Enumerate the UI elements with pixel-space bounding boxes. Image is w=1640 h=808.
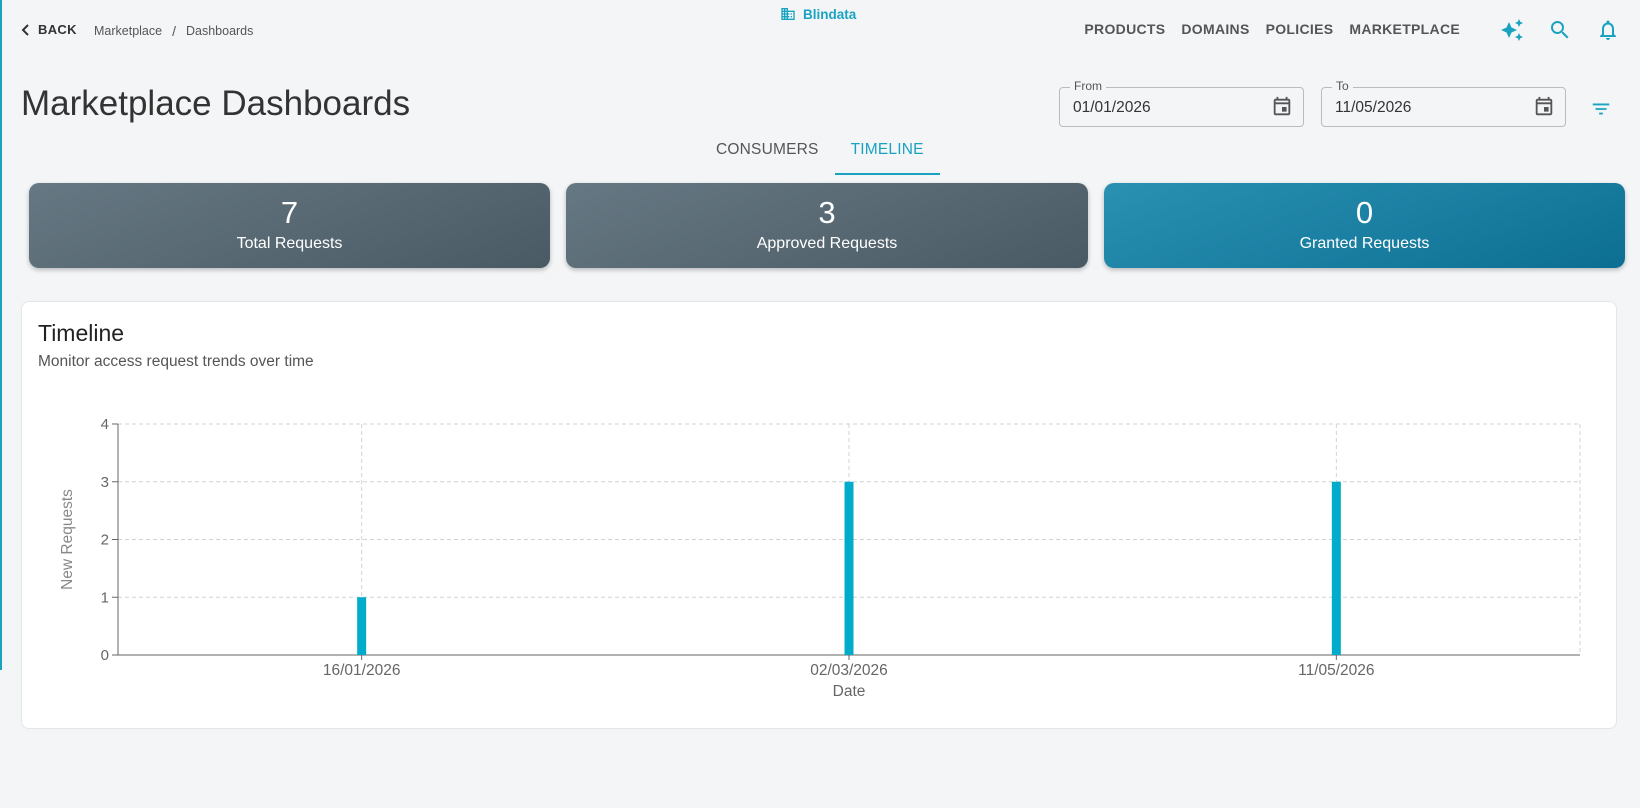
breadcrumb-separator: /	[172, 23, 176, 39]
breadcrumb-marketplace[interactable]: Marketplace	[94, 24, 162, 38]
top-bar: BACK Marketplace / Dashboards Blindata P…	[0, 0, 1640, 60]
from-date-value: 01/01/2026	[1073, 99, 1151, 116]
filter-icon[interactable]	[1590, 98, 1612, 120]
stat-value: 3	[818, 195, 836, 230]
y-tick-label: 2	[101, 532, 109, 549]
topbar-icons	[1500, 18, 1620, 42]
y-tick-label: 4	[101, 416, 109, 433]
brand-logo[interactable]: Blindata	[780, 6, 856, 22]
nav-policies[interactable]: POLICIES	[1266, 21, 1334, 37]
y-axis-label: New Requests	[59, 489, 76, 590]
stat-card-total-requests: 7 Total Requests	[29, 183, 550, 268]
y-tick-label: 3	[101, 474, 109, 491]
dashboard-tabs: CONSUMERS TIMELINE	[700, 134, 940, 175]
tab-consumers[interactable]: CONSUMERS	[700, 134, 835, 175]
x-tick-label: 02/03/2026	[810, 662, 888, 679]
stat-label: Approved Requests	[756, 235, 898, 252]
bell-icon[interactable]	[1596, 18, 1620, 42]
tab-timeline[interactable]: TIMELINE	[834, 134, 940, 175]
x-tick-label: 16/01/2026	[323, 662, 401, 679]
bar-11/05/2026	[1331, 481, 1341, 655]
back-label: BACK	[38, 22, 77, 37]
breadcrumb: Marketplace / Dashboards	[94, 23, 253, 39]
stat-value: 0	[1355, 195, 1374, 230]
main-nav: PRODUCTS DOMAINS POLICIES MARKETPLACE	[1084, 21, 1460, 37]
x-axis-label: Date	[833, 683, 866, 700]
sparkle-icon[interactable]	[1500, 18, 1524, 42]
brand-name: Blindata	[803, 6, 857, 22]
breadcrumb-dashboards: Dashboards	[185, 24, 254, 38]
bar-16/01/2026	[357, 597, 367, 655]
y-tick-label: 0	[101, 647, 109, 664]
building-icon	[781, 8, 795, 20]
y-tick-label: 1	[101, 589, 109, 606]
nav-marketplace[interactable]: MARKETPLACE	[1349, 21, 1460, 37]
to-date-value: 11/05/2026	[1335, 99, 1412, 116]
to-date-label: To	[1332, 79, 1353, 93]
stat-card-approved-requests: 3 Approved Requests	[566, 183, 1088, 268]
to-date-field[interactable]: To 11/05/2026	[1321, 79, 1566, 127]
left-accent-edge	[0, 0, 2, 670]
stat-label: Total Requests	[236, 235, 343, 252]
timeline-panel: Timeline Monitor access request trends o…	[21, 301, 1617, 729]
chevron-left-icon	[21, 23, 29, 36]
timeline-chart: 0 1 2 3 4 16/01/2026 02/03/2026 11/05/2026 Date N…	[59, 416, 1581, 700]
page-title: Marketplace Dashboards	[21, 84, 411, 123]
stat-card-granted-requests: 0 Granted Requests	[1104, 183, 1625, 268]
stat-value: 7	[280, 195, 299, 230]
x-tick-label: 11/05/2026	[1298, 662, 1374, 679]
nav-domains[interactable]: DOMAINS	[1181, 21, 1249, 37]
bar-02/03/2026	[844, 481, 854, 655]
back-button[interactable]: BACK	[20, 22, 77, 37]
calendar-icon[interactable]	[1533, 96, 1555, 118]
from-date-field[interactable]: From 01/01/2026	[1059, 79, 1304, 127]
nav-products[interactable]: PRODUCTS	[1084, 21, 1165, 37]
search-icon[interactable]	[1548, 18, 1572, 42]
from-date-label: From	[1070, 79, 1106, 93]
stat-label: Granted Requests	[1299, 235, 1430, 252]
calendar-icon[interactable]	[1271, 96, 1293, 118]
